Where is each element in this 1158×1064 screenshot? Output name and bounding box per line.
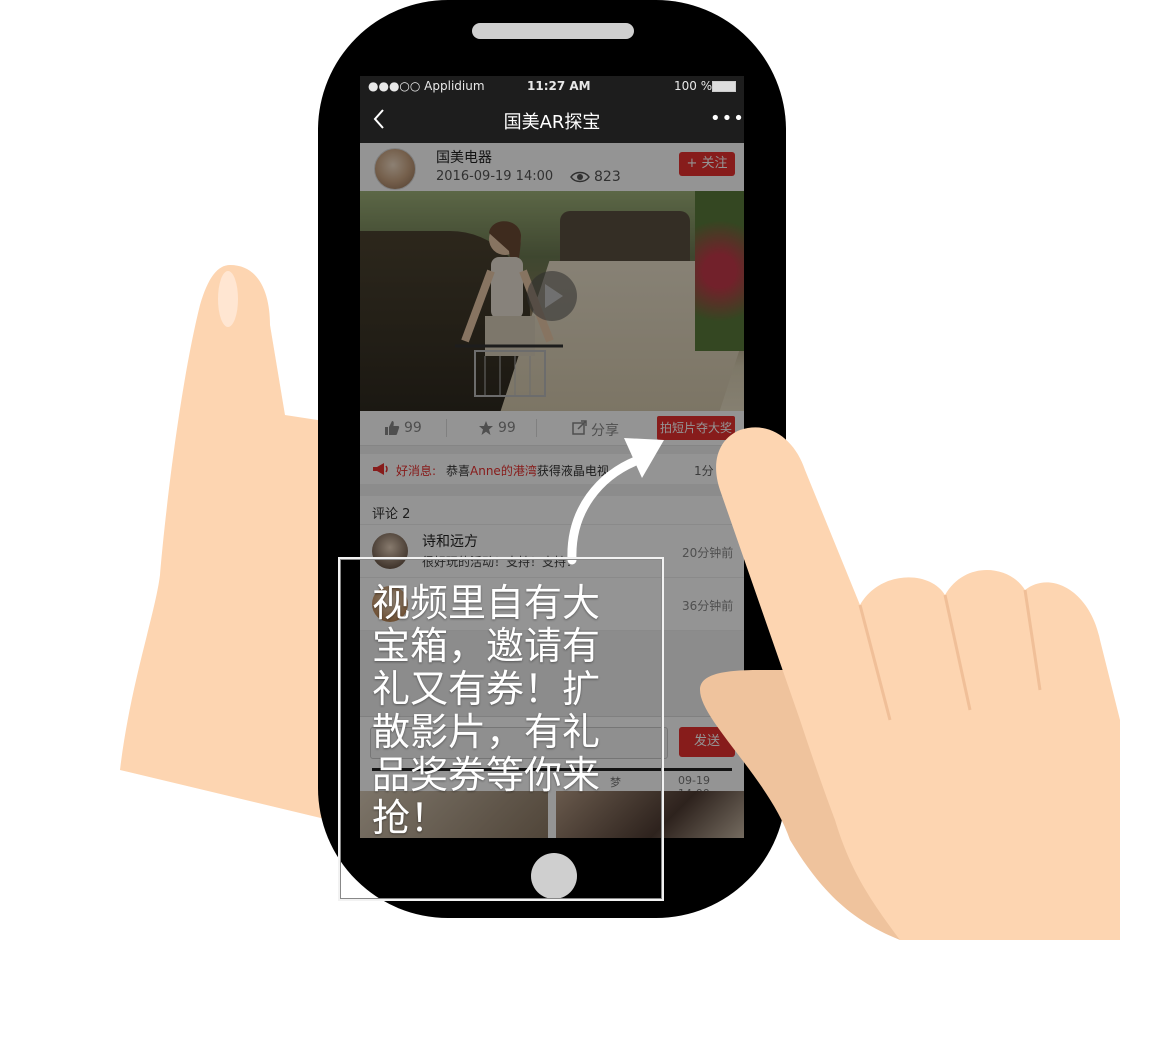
phone-speaker: [472, 23, 634, 39]
carrier-label: ●●●○○ Applidium: [368, 79, 485, 93]
clock: 11:27 AM: [527, 79, 591, 93]
curved-arrow-icon: [567, 438, 664, 565]
battery-icon: [712, 81, 736, 92]
page-title: 国美AR探宝: [503, 112, 601, 133]
right-hand-illustration: [700, 427, 1120, 940]
battery-label: 100 %: [674, 79, 713, 93]
nav-bar: 国美AR探宝 •••: [360, 96, 744, 143]
more-dots-icon[interactable]: •••: [710, 108, 744, 129]
status-bar: ●●●○○ Applidium 11:27 AM 100 %: [360, 76, 744, 96]
caption-text: 视频里自有大宝箱，邀请有礼又有券！扩散影片，有礼品奖券等你来抢！: [372, 581, 601, 840]
